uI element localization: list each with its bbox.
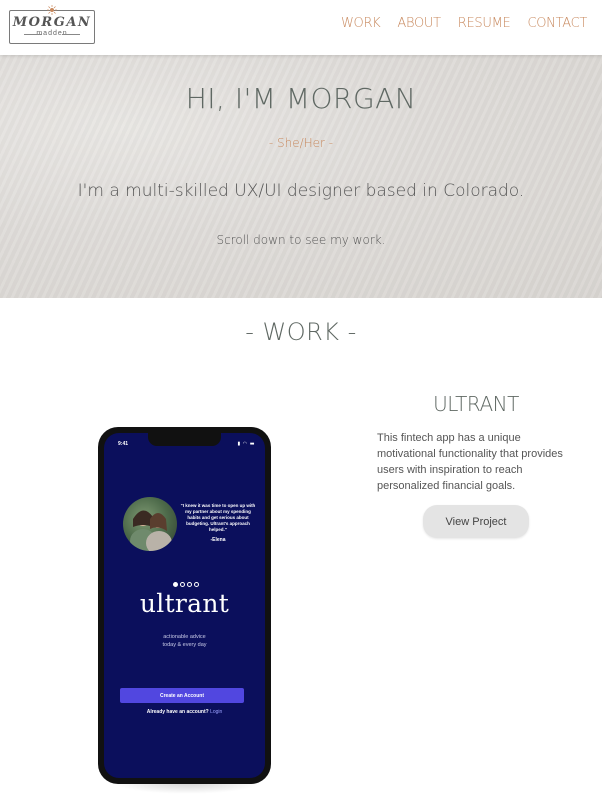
phone-notch xyxy=(148,433,221,446)
hero-description: I'm a multi-skilled UX/UI designer based… xyxy=(77,181,525,201)
signal-icon: ▮ xyxy=(237,441,241,447)
hero-pronouns: - She/Her - xyxy=(268,136,334,150)
hero-title: HI, I'M MORGAN xyxy=(185,82,417,115)
carousel-dot[interactable] xyxy=(173,582,178,587)
login-prompt-text: Already have an account? xyxy=(146,709,209,715)
tagline-line: today & every day xyxy=(162,642,207,648)
carousel-dot[interactable] xyxy=(180,582,185,587)
app-tagline: actionable advice today & every day xyxy=(104,633,265,649)
nav-links: WORK ABOUT RESUME CONTACT xyxy=(341,16,587,31)
tagline-line: actionable advice xyxy=(163,634,206,640)
testimonial-photo xyxy=(123,497,177,551)
nav-link-contact[interactable]: CONTACT xyxy=(527,16,587,31)
people-photo-icon xyxy=(130,510,172,551)
view-project-button[interactable]: View Project xyxy=(423,505,529,538)
sun-icon xyxy=(47,5,57,15)
logo[interactable]: MORGAN madden xyxy=(9,5,95,44)
nav-link-about[interactable]: ABOUT xyxy=(397,16,441,31)
carousel-dot[interactable] xyxy=(187,582,192,587)
app-name: ultrant xyxy=(139,589,230,618)
login-prompt: Already have an account? Login xyxy=(104,709,265,715)
logo-subname: madden xyxy=(10,30,94,38)
project-description: This fintech app has a unique motivation… xyxy=(377,432,563,492)
phone-mockup[interactable]: 9:41 ▮ ◠ ▬ "I knew it was time to open u… xyxy=(98,427,271,784)
testimonial-quote: "I knew it was time to open up with my p… xyxy=(180,503,256,532)
top-nav: MORGAN madden WORK ABOUT RESUME CONTACT xyxy=(0,0,602,55)
hero-section: HI, I'M MORGAN - She/Her - I'm a multi-s… xyxy=(0,55,602,298)
status-time: 9:41 xyxy=(118,441,129,447)
wifi-icon: ◠ xyxy=(242,441,248,447)
scroll-hint: Scroll down to see my work. xyxy=(216,233,386,247)
carousel-dots[interactable] xyxy=(173,582,199,587)
status-icons: ▮ ◠ ▬ xyxy=(237,441,255,447)
battery-icon: ▬ xyxy=(249,441,255,447)
project-title: ULTRANT xyxy=(433,392,519,416)
phone-screen: 9:41 ▮ ◠ ▬ "I knew it was time to open u… xyxy=(104,433,265,778)
nav-link-resume[interactable]: RESUME xyxy=(458,16,511,31)
work-heading: - WORK - xyxy=(245,318,357,346)
nav-link-work[interactable]: WORK xyxy=(341,16,381,31)
login-link[interactable]: Login xyxy=(210,709,222,715)
logo-name: MORGAN xyxy=(12,15,92,30)
testimonial-author: -Elena xyxy=(210,537,226,543)
create-account-button[interactable]: Create an Account xyxy=(120,688,244,703)
carousel-dot[interactable] xyxy=(194,582,199,587)
